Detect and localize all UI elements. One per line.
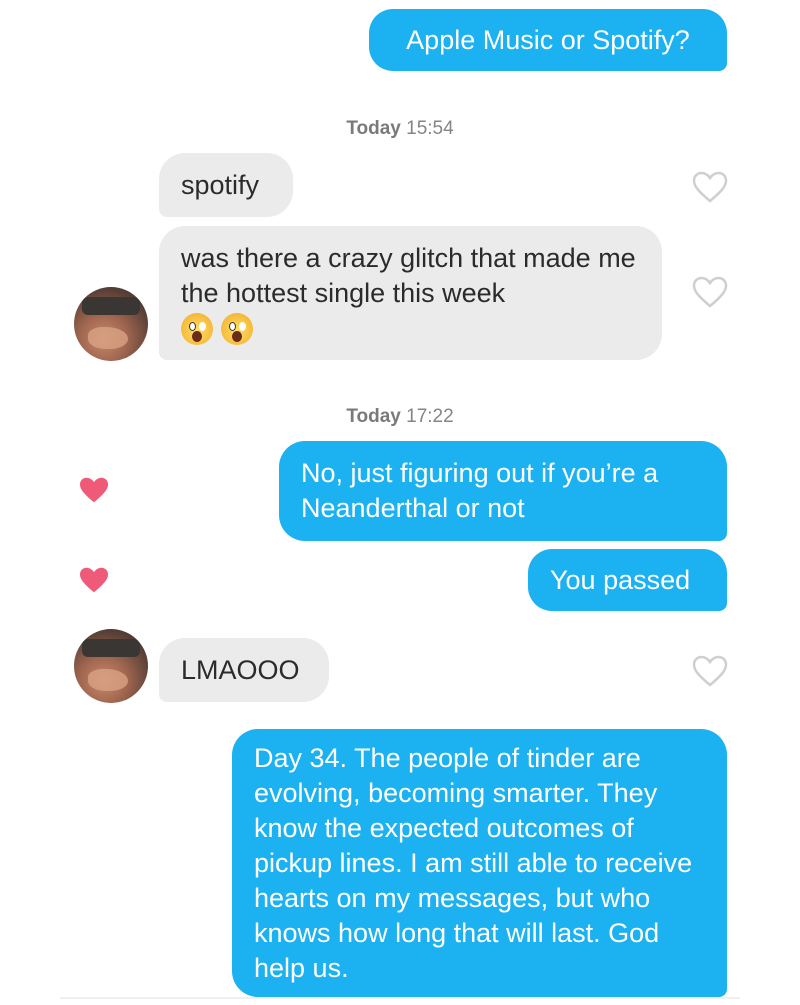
timestamp: Today 17:22 [0,406,800,428]
message-bubble-outgoing[interactable]: Day 34. The people of tinder are evolvin… [232,729,727,997]
avatar[interactable] [74,287,148,361]
message-text: Day 34. The people of tinder are evolvin… [254,743,693,983]
avatar[interactable] [74,629,148,703]
message-bubble-outgoing[interactable]: No, just figuring out if you’re a Neande… [279,441,727,541]
message-text: was there a crazy glitch that made me th… [181,243,636,308]
message-text: You passed [550,564,691,595]
message-bubble-incoming[interactable]: LMAOOO [159,638,329,702]
timestamp: Today 15:54 [0,118,800,140]
message-text: Apple Music or Spotify? [406,24,690,55]
heart-outline-icon[interactable] [692,276,728,308]
message-bubble-outgoing[interactable]: Apple Music or Spotify? [369,9,727,71]
divider [60,997,740,999]
message-bubble-outgoing[interactable]: You passed [528,549,727,611]
message-text: spotify [181,169,260,200]
heart-outline-icon[interactable] [692,171,728,203]
face-screaming-in-fear-icon [221,313,253,345]
timestamp-time: 17:22 [406,406,454,427]
message-bubble-incoming[interactable]: spotify [159,153,293,217]
timestamp-day: Today [346,118,401,139]
heart-filled-icon[interactable] [78,566,110,594]
message-bubble-incoming[interactable]: was there a crazy glitch that made me th… [159,226,662,360]
timestamp-day: Today [346,406,401,427]
face-screaming-in-fear-icon [181,313,213,345]
timestamp-time: 15:54 [406,118,454,139]
emoji-row [181,313,640,345]
message-text: No, just figuring out if you’re a Neande… [301,458,659,523]
heart-outline-icon[interactable] [692,655,728,687]
message-text: LMAOOO [181,654,300,685]
heart-filled-icon[interactable] [78,476,110,504]
